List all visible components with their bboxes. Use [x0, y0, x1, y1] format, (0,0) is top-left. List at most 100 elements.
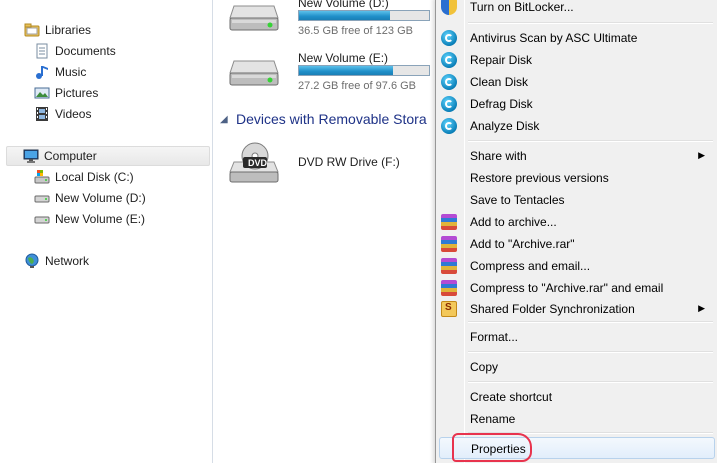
menu-separator: [468, 321, 713, 323]
menu-item-share-with[interactable]: Share with ▶: [439, 145, 715, 167]
menu-item-label: Add to "Archive.rar": [470, 237, 575, 251]
nav-local-disk-c[interactable]: Local Disk (C:): [34, 167, 134, 187]
nav-music[interactable]: Music: [34, 62, 86, 82]
menu-item-label: Save to Tentacles: [470, 193, 565, 207]
drive-name: DVD RW Drive (F:): [298, 155, 400, 169]
menu-item-clean-disk[interactable]: Clean Disk: [439, 71, 715, 93]
winrar-icon: [441, 280, 457, 296]
nav-volume-e-label: New Volume (E:): [55, 212, 146, 226]
context-menu: Turn on BitLocker... Antivirus Scan by A…: [435, 0, 717, 463]
menu-item-analyze-disk[interactable]: Analyze Disk: [439, 115, 715, 137]
music-note-icon: [34, 64, 50, 80]
hard-drive-icon: [228, 55, 280, 89]
hard-drive-icon: [228, 0, 280, 34]
removable-storage-label: Devices with Removable Stora: [236, 111, 427, 127]
collapse-chevron-icon: ◢: [220, 113, 228, 125]
nav-volume-d[interactable]: New Volume (D:): [34, 188, 146, 208]
asc-ultimate-icon: [441, 74, 457, 90]
nav-videos-label: Videos: [55, 107, 92, 121]
winrar-icon: [441, 236, 457, 252]
menu-item-label: Copy: [470, 360, 499, 374]
drive-name: New Volume (E:): [298, 51, 389, 65]
capacity-bar: [298, 10, 430, 21]
nav-network-label: Network: [45, 254, 90, 268]
nav-network[interactable]: Network: [24, 251, 89, 271]
menu-item-label: Properties: [471, 442, 526, 456]
menu-item-label: Analyze Disk: [470, 119, 540, 133]
menu-item-restore-versions[interactable]: Restore previous versions: [439, 167, 715, 189]
nav-documents[interactable]: Documents: [34, 41, 116, 61]
menu-item-copy[interactable]: Copy: [439, 356, 715, 378]
system-drive-icon: [34, 169, 50, 185]
menu-item-compress-rar-email[interactable]: Compress to "Archive.rar" and email: [439, 277, 715, 299]
document-icon: [34, 43, 50, 59]
hard-drive-icon: [34, 190, 50, 206]
menu-item-label: Compress to "Archive.rar" and email: [470, 281, 664, 295]
menu-item-add-to-archive[interactable]: Add to archive...: [439, 211, 715, 233]
drive-tile-d[interactable]: New Volume (D:) 36.5 GB free of 123 GB: [228, 0, 436, 46]
asc-ultimate-icon: [441, 96, 457, 112]
menu-item-shared-folder-sync[interactable]: Shared Folder Synchronization ▶: [439, 298, 715, 320]
menu-item-format[interactable]: Format...: [439, 326, 715, 348]
menu-item-bitlocker[interactable]: Turn on BitLocker...: [439, 0, 715, 18]
nav-pictures[interactable]: Pictures: [34, 83, 98, 103]
menu-item-add-to-archive-rar[interactable]: Add to "Archive.rar": [439, 233, 715, 255]
menu-item-label: Compress and email...: [470, 259, 591, 273]
menu-item-create-shortcut[interactable]: Create shortcut: [439, 386, 715, 408]
drive-tile-e[interactable]: New Volume (E:) 27.2 GB free of 97.6 GB: [228, 51, 436, 101]
picture-icon: [34, 85, 50, 101]
nav-volume-e[interactable]: New Volume (E:): [34, 209, 145, 229]
submenu-arrow-icon: ▶: [698, 303, 705, 313]
menu-item-properties[interactable]: Properties: [439, 437, 715, 459]
dvd-drive-icon: DVD: [228, 142, 280, 183]
nav-pictures-label: Pictures: [55, 86, 99, 100]
asc-ultimate-icon: [441, 118, 457, 134]
menu-item-label: Defrag Disk: [470, 97, 533, 111]
menu-item-label: Shared Folder Synchronization: [470, 302, 635, 316]
network-globe-icon: [24, 253, 40, 269]
menu-item-compress-and-email[interactable]: Compress and email...: [439, 255, 715, 277]
hard-drive-icon: [34, 211, 50, 227]
menu-item-label: Create shortcut: [470, 390, 553, 404]
menu-item-label: Add to archive...: [470, 215, 557, 229]
menu-item-label: Restore previous versions: [470, 171, 609, 185]
menu-item-rename[interactable]: Rename: [439, 408, 715, 430]
winrar-icon: [441, 258, 457, 274]
capacity-bar: [298, 65, 430, 76]
shared-folder-sync-icon: [441, 301, 457, 317]
nav-computer-label: Computer: [44, 149, 97, 163]
menu-item-label: Repair Disk: [470, 53, 533, 67]
libraries-icon: [24, 22, 40, 38]
dvd-label: DVD: [248, 158, 268, 168]
nav-computer[interactable]: Computer: [6, 146, 210, 166]
nav-libraries[interactable]: Libraries: [24, 20, 91, 40]
uac-shield-icon: [441, 0, 457, 15]
drive-name: New Volume (D:): [298, 0, 389, 10]
submenu-arrow-icon: ▶: [698, 150, 705, 160]
asc-ultimate-icon: [441, 52, 457, 68]
menu-item-repair-disk[interactable]: Repair Disk: [439, 49, 715, 71]
menu-item-antivirus-scan[interactable]: Antivirus Scan by ASC Ultimate: [439, 27, 715, 49]
capacity-fill: [299, 11, 390, 20]
drive-tile-dvd[interactable]: DVD DVD RW Drive (F:): [228, 138, 436, 188]
menu-item-defrag-disk[interactable]: Defrag Disk: [439, 93, 715, 115]
capacity-fill: [299, 66, 393, 75]
menu-separator: [468, 381, 713, 383]
nav-videos[interactable]: Videos: [34, 104, 91, 124]
free-space-text: 36.5 GB free of 123 GB: [298, 25, 413, 37]
removable-storage-header[interactable]: ◢ Devices with Removable Stora: [220, 109, 436, 129]
asc-ultimate-icon: [441, 30, 457, 46]
menu-item-label: Share with: [470, 149, 527, 163]
nav-libraries-label: Libraries: [45, 23, 92, 37]
computer-icon: [23, 148, 39, 164]
nav-local-disk-c-label: Local Disk (C:): [55, 170, 134, 184]
menu-separator: [468, 351, 713, 353]
menu-item-save-to-tentacles[interactable]: Save to Tentacles: [439, 189, 715, 211]
nav-documents-label: Documents: [55, 44, 116, 58]
free-space-text: 27.2 GB free of 97.6 GB: [298, 80, 417, 92]
menu-item-label: Turn on BitLocker...: [470, 0, 574, 14]
content-pane: New Volume (D:) 36.5 GB free of 123 GB N…: [214, 0, 436, 463]
nav-volume-d-label: New Volume (D:): [55, 191, 146, 205]
menu-item-label: Format...: [470, 330, 519, 344]
winrar-icon: [441, 214, 457, 230]
